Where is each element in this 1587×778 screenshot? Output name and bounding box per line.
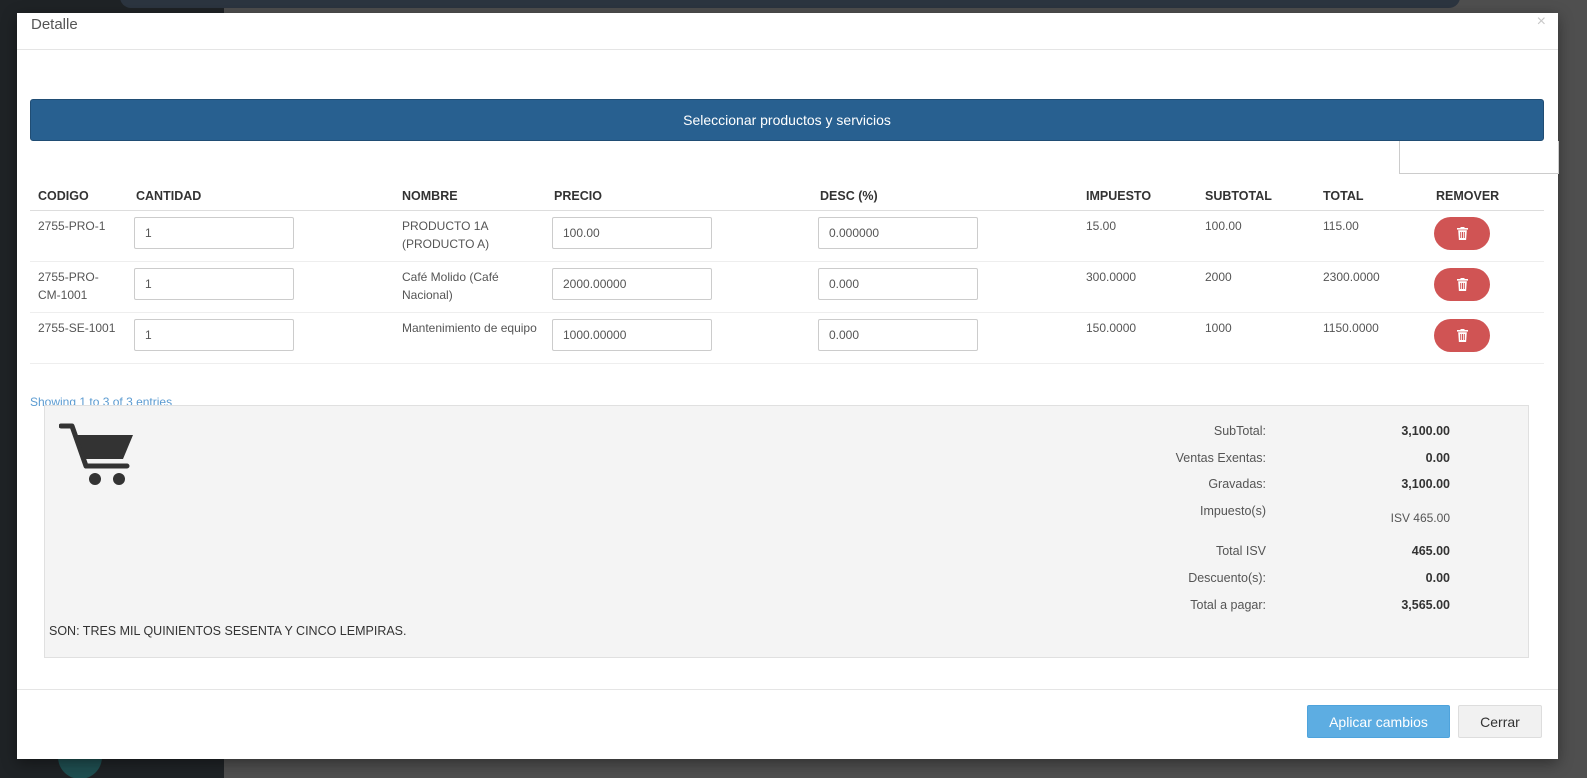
total-isv-value: 465.00: [1411, 544, 1450, 558]
quantity-input[interactable]: [134, 318, 294, 351]
col-desc[interactable]: DESC (%): [812, 183, 1078, 211]
remove-row-button[interactable]: [1434, 318, 1490, 352]
amount-in-words: SON: TRES MIL QUINIENTOS SESENTA Y CINCO…: [49, 624, 407, 638]
cell-subtotal: 2000: [1197, 261, 1315, 313]
modal-footer: Aplicar cambios Cerrar: [17, 689, 1558, 759]
cell-impuesto: 300.0000: [1078, 261, 1197, 313]
items-table: CODIGO CANTIDAD NOMBRE PRECIO DESC (%) I…: [30, 183, 1544, 364]
gravadas-label: Gravadas:: [1208, 477, 1266, 491]
col-codigo[interactable]: CODIGO: [30, 183, 128, 211]
gravadas-value: 3,100.00: [1401, 477, 1450, 491]
apply-changes-button[interactable]: Aplicar cambios: [1307, 705, 1450, 738]
table-header-row: CODIGO CANTIDAD NOMBRE PRECIO DESC (%) I…: [30, 183, 1544, 211]
discount-input[interactable]: [818, 267, 978, 300]
cell-codigo: 2755-SE-1001: [30, 312, 128, 364]
cell-codigo: 2755-PRO-1: [30, 210, 128, 262]
trash-icon: [1456, 277, 1468, 291]
quantity-input[interactable]: [134, 267, 294, 300]
close-icon[interactable]: ×: [1537, 13, 1546, 31]
cell-subtotal: 1000: [1197, 312, 1315, 364]
cell-impuesto: 150.0000: [1078, 312, 1197, 364]
quantity-input[interactable]: [134, 216, 294, 249]
cell-impuesto: 15.00: [1078, 210, 1197, 262]
col-cantidad[interactable]: CANTIDAD: [128, 183, 394, 211]
subtotal-label: SubTotal:: [1213, 424, 1266, 438]
trash-icon: [1456, 328, 1468, 342]
exentas-label: Ventas Exentas:: [1175, 451, 1266, 465]
price-input[interactable]: [552, 267, 712, 300]
impuestos-label: Impuesto(s): [1200, 504, 1266, 518]
background-topbar: [120, 0, 1460, 8]
col-remover[interactable]: REMOVER: [1428, 183, 1544, 211]
cell-nombre: Café Molido (Café Nacional): [394, 261, 546, 313]
total-isv-label: Total ISV: [1215, 544, 1266, 558]
total-pagar-value: 3,565.00: [1401, 598, 1450, 612]
modal-header: Detalle ×: [17, 13, 1558, 50]
trash-icon: [1456, 226, 1468, 240]
impuestos-value: ISV 465.00: [1390, 511, 1450, 525]
table-row: 2755-PRO-CM-1001 Café Molido (Café Nacio…: [30, 261, 1544, 313]
cell-total: 1150.0000: [1315, 312, 1428, 364]
cell-total: 115.00: [1315, 210, 1428, 262]
select-products-button[interactable]: Seleccionar productos y servicios: [30, 99, 1544, 141]
table-row: 2755-SE-1001 Mantenimiento de equipo 150…: [30, 312, 1544, 364]
remove-row-button[interactable]: [1434, 267, 1490, 301]
descuentos-label: Descuento(s):: [1188, 571, 1266, 585]
col-subtotal[interactable]: SUBTOTAL: [1197, 183, 1315, 211]
close-button[interactable]: Cerrar: [1458, 705, 1542, 738]
total-pagar-label: Total a pagar:: [1190, 598, 1266, 612]
table-row: 2755-PRO-1 PRODUCTO 1A (PRODUCTO A) 15.0…: [30, 210, 1544, 262]
col-impuesto[interactable]: IMPUESTO: [1078, 183, 1197, 211]
descuentos-value: 0.00: [1425, 571, 1450, 585]
summary-panel: SubTotal: 3,100.00 Ventas Exentas: 0.00 …: [44, 405, 1529, 658]
cell-codigo: 2755-PRO-CM-1001: [30, 261, 128, 313]
discount-input[interactable]: [818, 318, 978, 351]
col-precio[interactable]: PRECIO: [546, 183, 812, 211]
price-input[interactable]: [552, 318, 712, 351]
price-input[interactable]: [552, 216, 712, 249]
modal-title: Detalle: [31, 16, 78, 33]
cell-nombre: Mantenimiento de equipo: [394, 312, 546, 364]
remove-row-button[interactable]: [1434, 216, 1490, 250]
exentas-value: 0.00: [1425, 451, 1450, 465]
subtotal-value: 3,100.00: [1401, 424, 1450, 438]
discount-input[interactable]: [818, 216, 978, 249]
table-search-box[interactable]: [1399, 141, 1559, 174]
detail-modal: Detalle × Seleccionar productos y servic…: [17, 13, 1559, 759]
shopping-cart-icon: [59, 423, 133, 485]
cell-subtotal: 100.00: [1197, 210, 1315, 262]
col-nombre[interactable]: NOMBRE: [394, 183, 546, 211]
col-total[interactable]: TOTAL: [1315, 183, 1428, 211]
cell-nombre: PRODUCTO 1A (PRODUCTO A): [394, 210, 546, 262]
cell-total: 2300.0000: [1315, 261, 1428, 313]
